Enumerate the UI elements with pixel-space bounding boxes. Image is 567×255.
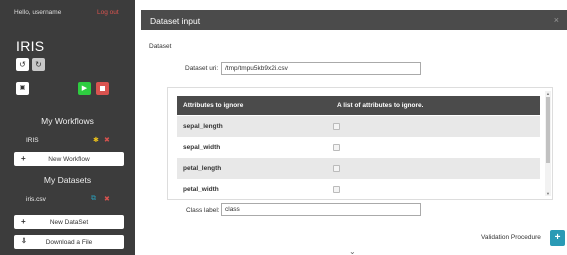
workflow-name: IRIS xyxy=(26,137,39,144)
close-icon[interactable]: × xyxy=(554,15,559,25)
stop-icon xyxy=(100,86,105,92)
new-dataset-label: New DataSet xyxy=(49,219,89,226)
column-header-attributes: Attributes to ignore xyxy=(183,102,244,109)
new-workflow-button[interactable]: + New Workflow xyxy=(14,152,124,166)
attribute-name: petal_length xyxy=(183,165,222,172)
validation-procedure-label[interactable]: Validation Procedure xyxy=(481,234,541,241)
undo-icon: ↺ xyxy=(19,60,26,69)
workflows-section-title: My Workflows xyxy=(41,116,94,126)
attribute-name: petal_width xyxy=(183,186,219,193)
save-button[interactable]: ▣ xyxy=(16,82,29,95)
plus-icon: + xyxy=(554,232,561,243)
dialog-title: Dataset input xyxy=(150,16,201,26)
workflow-run-icon[interactable]: ✱ xyxy=(93,136,99,144)
play-icon: ▶ xyxy=(81,85,88,92)
add-step-button[interactable]: + xyxy=(550,230,565,246)
save-icon: ▣ xyxy=(19,85,26,91)
table-row: sepal_length xyxy=(177,116,540,137)
stop-button[interactable] xyxy=(96,82,109,95)
download-file-button[interactable]: ⇩ Download a File xyxy=(14,235,124,249)
ignore-checkbox[interactable] xyxy=(333,165,340,172)
chevron-down-icon[interactable]: ⌄ xyxy=(349,247,356,255)
dataset-input-dialog: Dataset input × Dataset Dataset uri: Att… xyxy=(141,10,567,232)
workflow-item[interactable]: IRIS ✱ ✖ xyxy=(14,135,124,147)
app-title: IRIS xyxy=(16,38,45,54)
table-header: Attributes to ignore A list of attribute… xyxy=(177,96,540,115)
dialog-subtitle: Dataset xyxy=(149,43,172,50)
new-workflow-label: New Workflow xyxy=(48,156,90,163)
sidebar: Hello, username Log out IRIS ↺ ↻ ▣ ▶ My … xyxy=(0,0,135,255)
class-label-input[interactable] xyxy=(221,203,421,216)
dialog-header: Dataset input × xyxy=(141,10,567,30)
table-row: sepal_width xyxy=(177,137,540,158)
dataset-delete-icon[interactable]: ✖ xyxy=(104,195,110,203)
dataset-copy-icon[interactable]: ⧉ xyxy=(91,195,96,203)
download-file-label: Download a File xyxy=(45,239,93,246)
dataset-name: iris.csv xyxy=(26,196,46,203)
table-row: petal_length xyxy=(177,158,540,179)
attribute-name: sepal_length xyxy=(183,123,223,130)
datasets-section-title: My Datasets xyxy=(43,175,92,185)
attribute-name: sepal_width xyxy=(183,144,221,151)
ignore-checkbox[interactable] xyxy=(333,144,340,151)
dataset-item[interactable]: iris.csv ⧉ ✖ xyxy=(14,194,124,206)
column-header-description: A list of attributes to ignore. xyxy=(337,102,424,109)
attributes-table[interactable]: Attributes to ignore A list of attribute… xyxy=(167,87,553,200)
table-scrollbar[interactable]: ▲ ▼ xyxy=(545,91,551,196)
ignore-checkbox[interactable] xyxy=(333,123,340,130)
greeting-text: Hello, username xyxy=(14,9,62,16)
app-root: Hello, username Log out IRIS ↺ ↻ ▣ ▶ My … xyxy=(0,0,567,255)
new-dataset-button[interactable]: + New DataSet xyxy=(14,215,124,229)
class-label-label: Class label: xyxy=(186,207,220,214)
redo-button[interactable]: ↻ xyxy=(32,58,45,71)
redo-icon: ↻ xyxy=(35,60,42,69)
undo-button[interactable]: ↺ xyxy=(16,58,29,71)
dataset-uri-input[interactable] xyxy=(221,62,421,75)
scroll-up-icon[interactable]: ▲ xyxy=(545,91,551,96)
run-button[interactable]: ▶ xyxy=(78,82,91,95)
scroll-down-icon[interactable]: ▼ xyxy=(545,191,551,196)
logout-link[interactable]: Log out xyxy=(97,9,119,16)
scrollbar-thumb[interactable] xyxy=(546,97,550,163)
ignore-checkbox[interactable] xyxy=(333,186,340,193)
dataset-uri-label: Dataset uri: xyxy=(185,65,219,72)
table-row: petal_width xyxy=(177,179,540,199)
workflow-delete-icon[interactable]: ✖ xyxy=(104,136,110,144)
